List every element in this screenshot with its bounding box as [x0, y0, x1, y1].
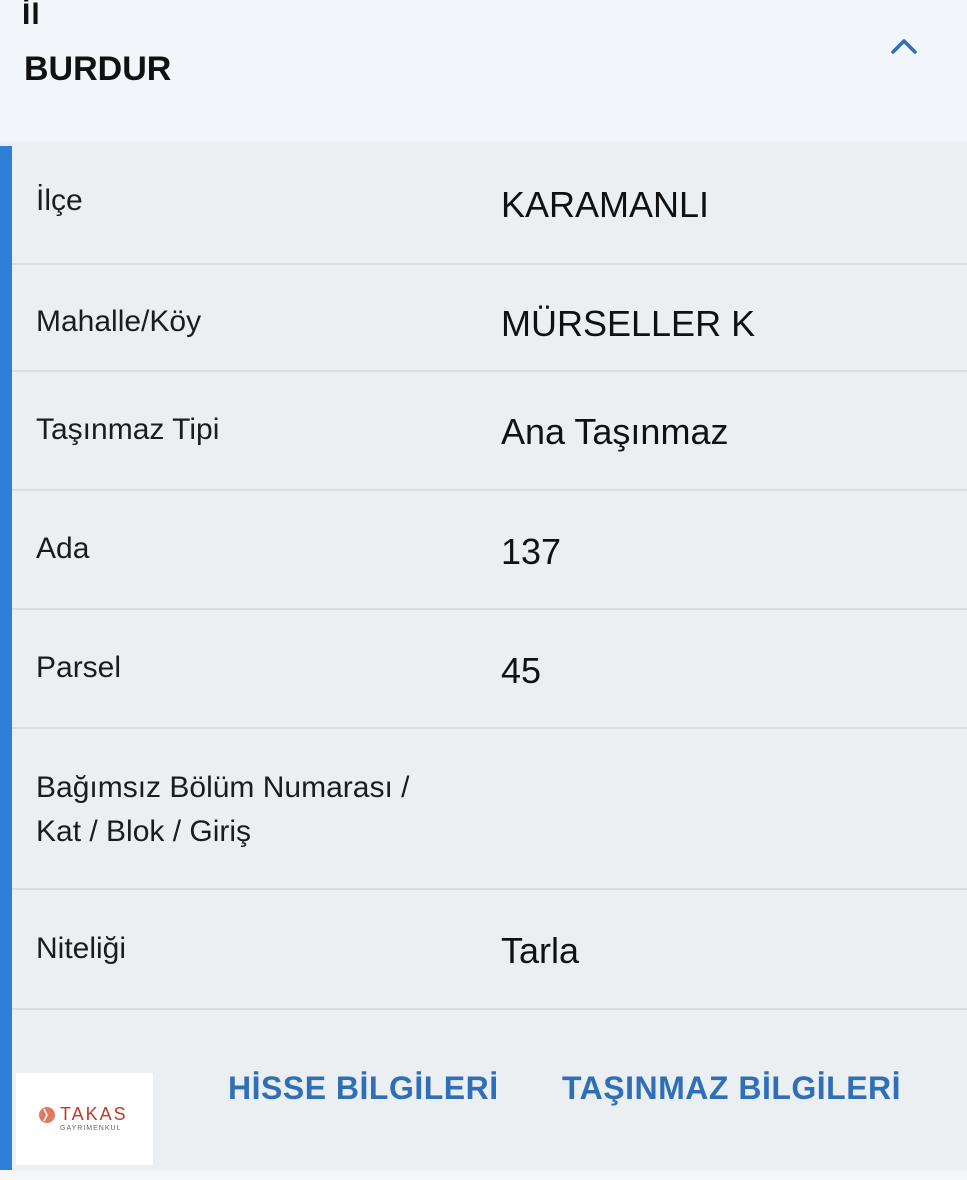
row-unit-number: Bağımsız Bölüm Numarası / Kat / Blok / G… — [12, 729, 967, 890]
logo-subtitle: GAYRIMENKUL — [60, 1125, 122, 1132]
logo-mark-icon — [39, 1107, 55, 1123]
row-label-line1: Bağımsız Bölüm Numarası / — [36, 771, 410, 804]
row-label: Ada — [36, 532, 90, 565]
accent-bar — [0, 146, 12, 1170]
row-value: Tarla — [501, 930, 580, 971]
company-logo: TAKAS GAYRIMENKUL — [16, 1073, 153, 1165]
row-label: İlçe — [36, 184, 83, 217]
row-value: 137 — [501, 531, 562, 572]
province-header[interactable]: İl BURDUR — [0, 0, 967, 142]
chevron-up-icon[interactable] — [889, 32, 919, 62]
row-district: İlçe KARAMANLI — [12, 146, 967, 265]
row-block: Ada 137 — [12, 491, 967, 610]
logo-name: TAKAS — [60, 1104, 128, 1124]
row-label: Mahalle/Köy — [36, 305, 202, 338]
row-label: Niteliği — [36, 932, 127, 965]
row-quality: Niteliği Tarla — [12, 890, 967, 1010]
row-property-type: Taşınmaz Tipi Ana Taşınmaz — [12, 372, 967, 491]
row-label: Taşınmaz Tipi — [36, 413, 220, 446]
row-value: MÜRSELLER K — [501, 303, 756, 344]
row-value: Ana Taşınmaz — [501, 411, 729, 452]
bottom-strip — [0, 1170, 967, 1180]
action-footer: HİSSE BİLGİLERİ TAŞINMAZ BİLGİLERİ — [12, 1010, 967, 1170]
row-label-line2: Kat / Blok / Giriş — [36, 815, 252, 848]
property-info-button[interactable]: TAŞINMAZ BİLGİLERİ — [562, 1070, 901, 1107]
row-label: Parsel — [36, 651, 122, 684]
row-neighborhood: Mahalle/Köy MÜRSELLER K — [12, 265, 967, 372]
share-info-button[interactable]: HİSSE BİLGİLERİ — [228, 1070, 499, 1107]
row-parcel: Parsel 45 — [12, 610, 967, 729]
province-label: İl — [22, 0, 41, 31]
row-value: 45 — [501, 650, 542, 691]
row-value: KARAMANLI — [501, 184, 710, 225]
province-value: BURDUR — [24, 50, 172, 88]
